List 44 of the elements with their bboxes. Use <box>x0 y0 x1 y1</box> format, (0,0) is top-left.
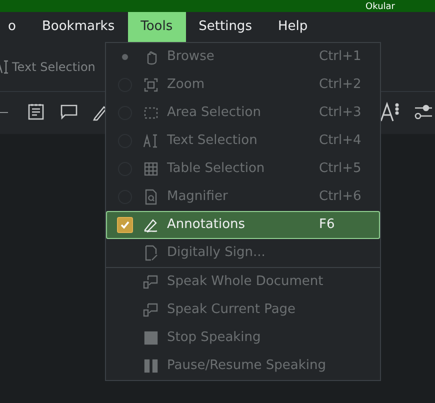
table-icon <box>143 161 159 177</box>
shortcut-label: Ctrl+1 <box>319 48 362 66</box>
shortcut-label: Ctrl+4 <box>319 132 362 150</box>
menu-label: Browse <box>167 48 216 66</box>
menu-label: Stop Speaking <box>167 329 262 348</box>
note-icon[interactable] <box>27 103 45 121</box>
menu-label: Speak Current Page <box>167 301 297 320</box>
check-icon <box>120 220 130 230</box>
menu-label: Zoom <box>167 76 206 94</box>
text-selection-button[interactable]: Text Selection <box>0 58 96 76</box>
menu-label: Pause/Resume Speaking <box>167 357 327 376</box>
shortcut-label: Ctrl+3 <box>319 104 362 122</box>
menu-item[interactable]: Bookmarks <box>28 12 128 42</box>
shortcut-label: Ctrl+6 <box>319 188 362 206</box>
text-icon[interactable] <box>380 101 400 123</box>
menu-label: Text Selection <box>167 132 258 150</box>
magnifier-icon <box>143 189 159 205</box>
pause-icon <box>143 358 159 374</box>
stop-icon <box>143 330 159 346</box>
shortcut-label: Ctrl+2 <box>319 76 362 94</box>
comment-icon[interactable] <box>60 104 78 120</box>
menu-label: Digitally Sign... <box>167 244 266 262</box>
menu-label: Magnifier <box>167 188 229 206</box>
text-selection-icon <box>143 133 159 149</box>
menu-item[interactable]: Settings <box>186 12 265 42</box>
speech-icon <box>143 302 159 318</box>
sign-document-icon <box>143 245 159 261</box>
menu-item[interactable]: Tools <box>128 12 186 42</box>
sliders-icon[interactable] <box>414 103 432 121</box>
area-selection-icon <box>143 105 159 121</box>
menu-label: Annotations <box>167 216 246 234</box>
menu-label: Speak Whole Document <box>167 273 324 292</box>
shortcut-label: Ctrl+5 <box>319 160 362 178</box>
checkbox[interactable] <box>117 217 133 233</box>
zoom-icon <box>143 77 159 93</box>
menu-entry[interactable]: Annotations F6 <box>106 211 380 239</box>
menu-item[interactable]: Help <box>264 12 321 42</box>
menu-label: Area Selection <box>167 104 262 122</box>
menu-label: Table Selection <box>167 160 266 178</box>
shortcut-label: F6 <box>319 216 336 234</box>
speech-icon <box>143 274 159 290</box>
menu-item[interactable]: o <box>0 12 29 42</box>
pen-icon <box>143 217 159 233</box>
window-title: Okular <box>366 2 395 12</box>
